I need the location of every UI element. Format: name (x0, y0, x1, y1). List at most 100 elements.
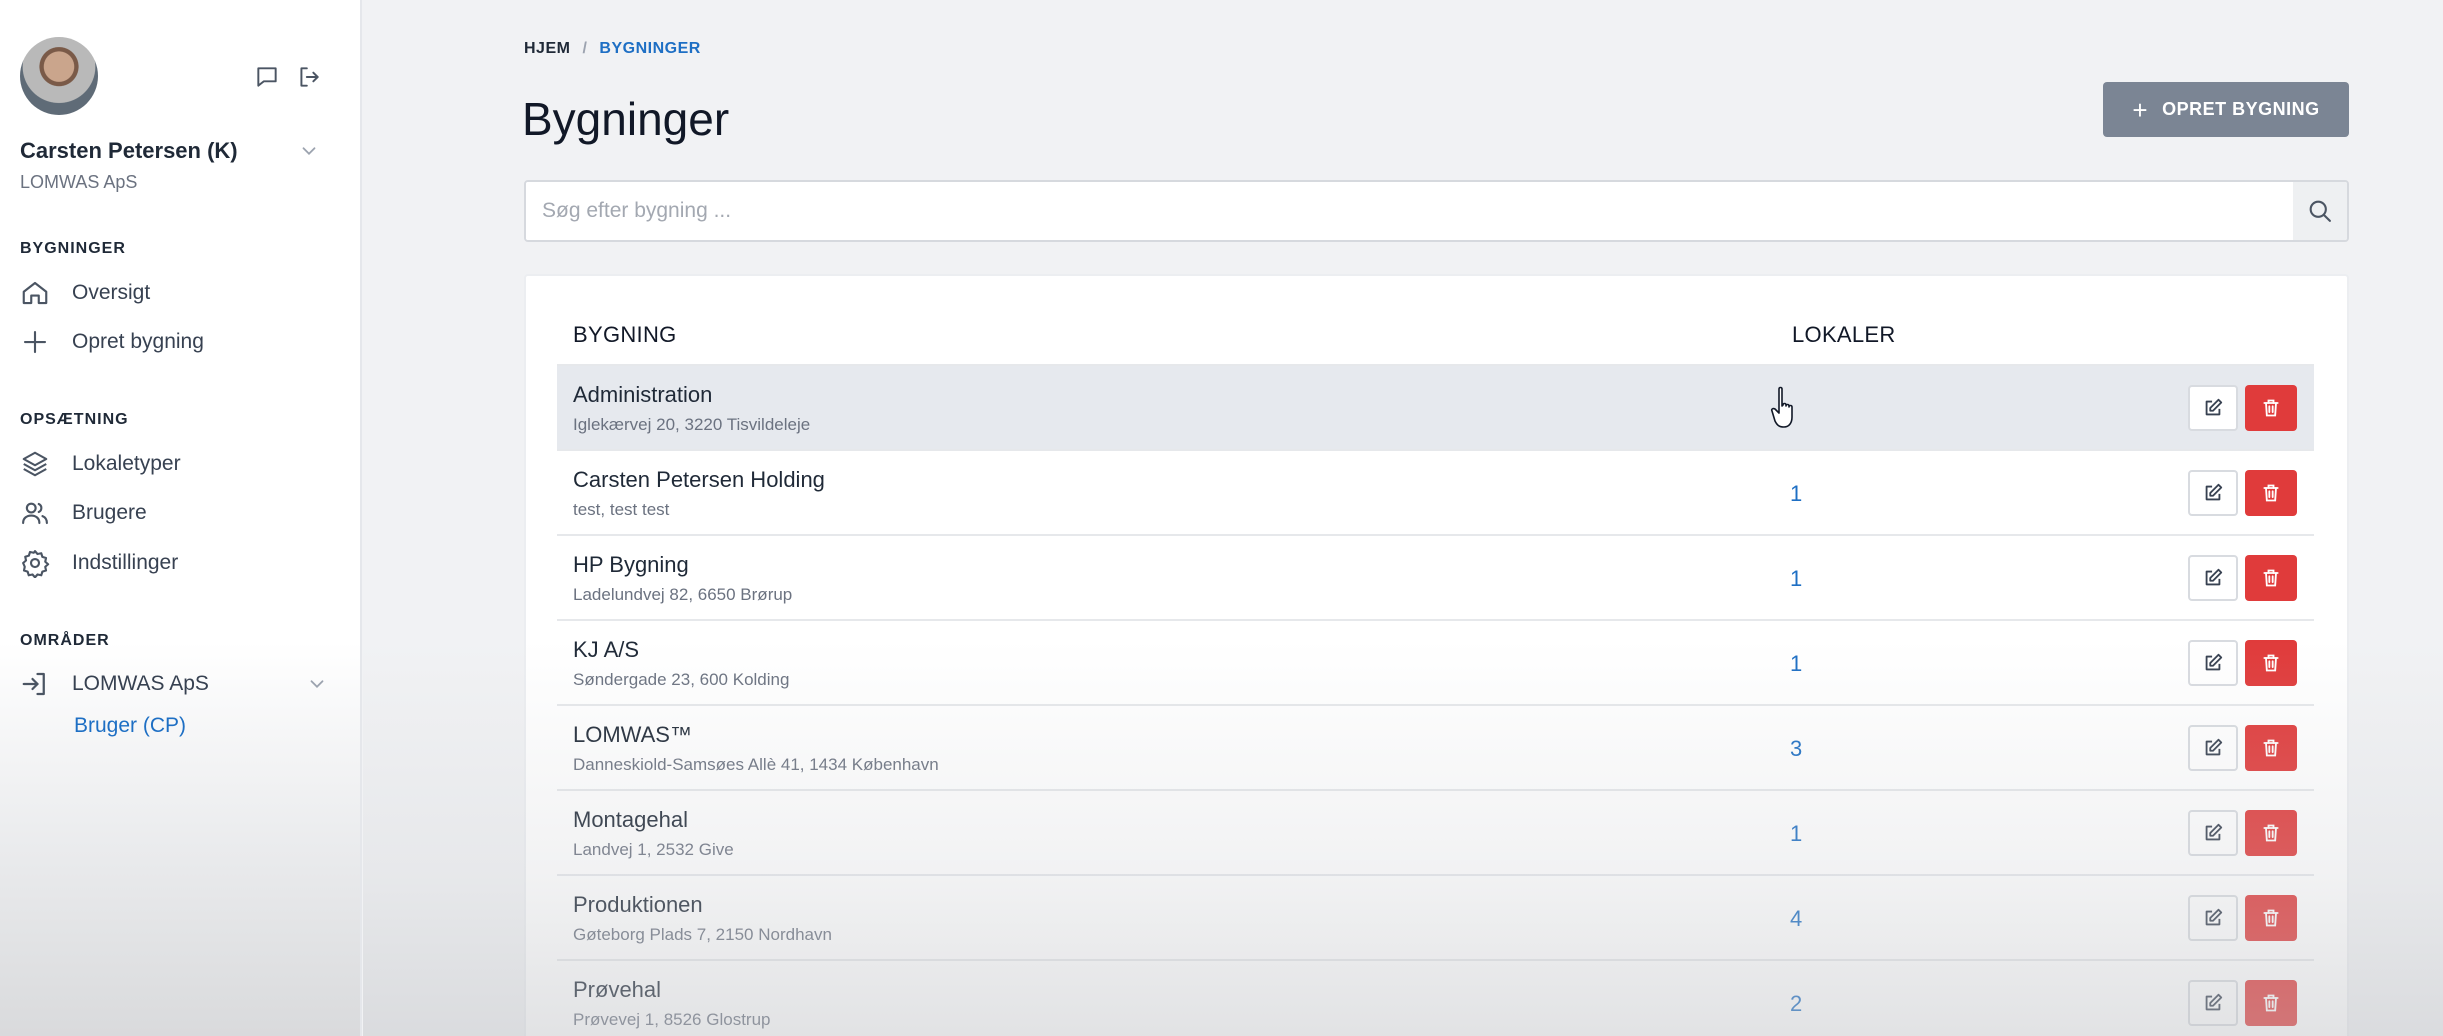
edit-icon (2205, 568, 2223, 586)
trash-icon (2263, 824, 2279, 842)
edit-button[interactable] (2188, 385, 2238, 431)
home-icon (22, 281, 48, 305)
building-name: Carsten Petersen Holding (573, 467, 825, 492)
chevron-down-icon[interactable] (306, 673, 328, 695)
hand-cursor-icon (1770, 386, 1793, 428)
section-title-areas: OMRÅDER (20, 632, 110, 649)
edit-button[interactable] (2188, 980, 2238, 1026)
search-bar (524, 180, 2349, 242)
page-title: Bygninger (522, 93, 730, 145)
edit-icon (2205, 823, 2223, 841)
room-count-link[interactable]: 1 (1790, 566, 1802, 592)
table-row[interactable]: Administration Iglekærvej 20, 3220 Tisvi… (557, 364, 2314, 449)
sidebar: Carsten Petersen (K) LOMWAS ApS BYGNINGE… (0, 0, 362, 1036)
building-name: Prøvehal (573, 977, 662, 1002)
building-name: HP Bygning (573, 552, 689, 577)
sidebar-item-users[interactable]: Brugere (20, 493, 340, 533)
room-count-link[interactable]: 4 (1790, 906, 1802, 932)
room-count-link[interactable]: 3 (1790, 736, 1802, 762)
table-row[interactable]: Carsten Petersen Holding test, test test… (557, 449, 2314, 534)
table-row[interactable]: Prøvehal Prøvevej 1, 8526 Glostrup 2 (557, 959, 2314, 1036)
building-address: Danneskiold-Samsøes Allè 41, 1434 Københ… (573, 755, 939, 774)
building-address: Landvej 1, 2532 Give (573, 840, 734, 859)
edit-button[interactable] (2188, 555, 2238, 601)
trash-icon (2263, 484, 2279, 502)
sidebar-item-overview[interactable]: Oversigt (20, 273, 340, 313)
building-address: Søndergade 23, 600 Kolding (573, 670, 790, 689)
section-title-buildings: BYGNINGER (20, 240, 126, 257)
delete-button[interactable] (2245, 895, 2297, 941)
trash-icon (2263, 909, 2279, 927)
edit-icon (2205, 483, 2223, 501)
delete-button[interactable] (2245, 470, 2297, 516)
delete-button[interactable] (2245, 555, 2297, 601)
building-name: LOMWAS™ (573, 722, 692, 747)
table-row[interactable]: Montagehal Landvej 1, 2532 Give 1 (557, 789, 2314, 874)
room-count-link[interactable]: 1 (1790, 481, 1802, 507)
edit-button[interactable] (2188, 470, 2238, 516)
edit-button[interactable] (2188, 810, 2238, 856)
sidebar-subitem-user-cp[interactable]: Bruger (CP) (74, 714, 186, 738)
users-icon (22, 502, 48, 525)
buildings-table: Administration Iglekærvej 20, 3220 Tisvi… (557, 364, 2314, 1036)
edit-button[interactable] (2188, 725, 2238, 771)
table-row[interactable]: Produktionen Gøteborg Plads 7, 2150 Nord… (557, 874, 2314, 959)
building-name: Administration (573, 382, 713, 407)
room-count-link[interactable]: 1 (1790, 651, 1802, 677)
sidebar-item-label: Lokaletyper (72, 452, 181, 475)
trash-icon (2263, 994, 2279, 1012)
delete-button[interactable] (2245, 385, 2297, 431)
building-name: Produktionen (573, 892, 703, 917)
sidebar-item-room-types[interactable]: Lokaletyper (20, 444, 340, 484)
delete-button[interactable] (2245, 725, 2297, 771)
trash-icon (2263, 739, 2279, 757)
edit-button[interactable] (2188, 640, 2238, 686)
trash-icon (2263, 569, 2279, 587)
sidebar-item-create-building[interactable]: Opret bygning (20, 322, 340, 362)
edit-icon (2205, 993, 2223, 1011)
edit-icon (2205, 398, 2223, 416)
building-address: Iglekærvej 20, 3220 Tisvildeleje (573, 415, 811, 434)
sidebar-item-settings[interactable]: Indstillinger (20, 543, 340, 583)
edit-icon (2205, 908, 2223, 926)
building-name: KJ A/S (573, 637, 640, 662)
section-title-setup: OPSÆTNING (20, 411, 129, 428)
plus-icon (23, 330, 47, 354)
sidebar-item-label: Opret bygning (72, 330, 204, 353)
building-address: test, test test (573, 500, 670, 519)
user-company: LOMWAS ApS (20, 172, 138, 192)
table-row[interactable]: HP Bygning Ladelundvej 82, 6650 Brørup 1 (557, 534, 2314, 619)
building-name: Montagehal (573, 807, 688, 832)
delete-button[interactable] (2245, 640, 2297, 686)
sidebar-item-label: Oversigt (72, 281, 151, 304)
create-building-button[interactable]: + OPRET BYGNING (2103, 82, 2349, 137)
avatar[interactable] (20, 37, 98, 115)
user-name[interactable]: Carsten Petersen (K) (20, 138, 238, 164)
building-address: Prøvevej 1, 8526 Glostrup (573, 1010, 771, 1029)
column-header-building: BYGNING (573, 322, 677, 347)
sidebar-item-label: Brugere (72, 501, 147, 524)
chevron-down-icon[interactable] (298, 140, 320, 162)
table-row[interactable]: LOMWAS™ Danneskiold-Samsøes Allè 41, 143… (557, 704, 2314, 789)
layers-icon (22, 451, 48, 477)
building-address: Gøteborg Plads 7, 2150 Nordhavn (573, 925, 832, 944)
edit-button[interactable] (2188, 895, 2238, 941)
sidebar-item-area-company[interactable]: LOMWAS ApS (20, 664, 340, 704)
login-icon (22, 672, 45, 696)
search-icon (2309, 200, 2331, 222)
chat-icon[interactable] (254, 64, 280, 90)
trash-icon (2263, 654, 2279, 672)
delete-button[interactable] (2245, 810, 2297, 856)
delete-button[interactable] (2245, 980, 2297, 1026)
create-building-label: OPRET BYGNING (2162, 99, 2320, 119)
search-button[interactable] (2293, 182, 2347, 240)
room-count-link[interactable]: 2 (1790, 991, 1802, 1017)
sidebar-item-label: LOMWAS ApS (72, 672, 209, 695)
table-row[interactable]: KJ A/S Søndergade 23, 600 Kolding 1 (557, 619, 2314, 704)
breadcrumb: HJEM / BYGNINGER (524, 40, 701, 58)
breadcrumb-home[interactable]: HJEM (524, 40, 570, 57)
room-count-link[interactable]: 1 (1790, 821, 1802, 847)
search-input[interactable] (526, 182, 2294, 240)
gear-icon (22, 550, 50, 578)
logout-icon[interactable] (296, 64, 322, 90)
